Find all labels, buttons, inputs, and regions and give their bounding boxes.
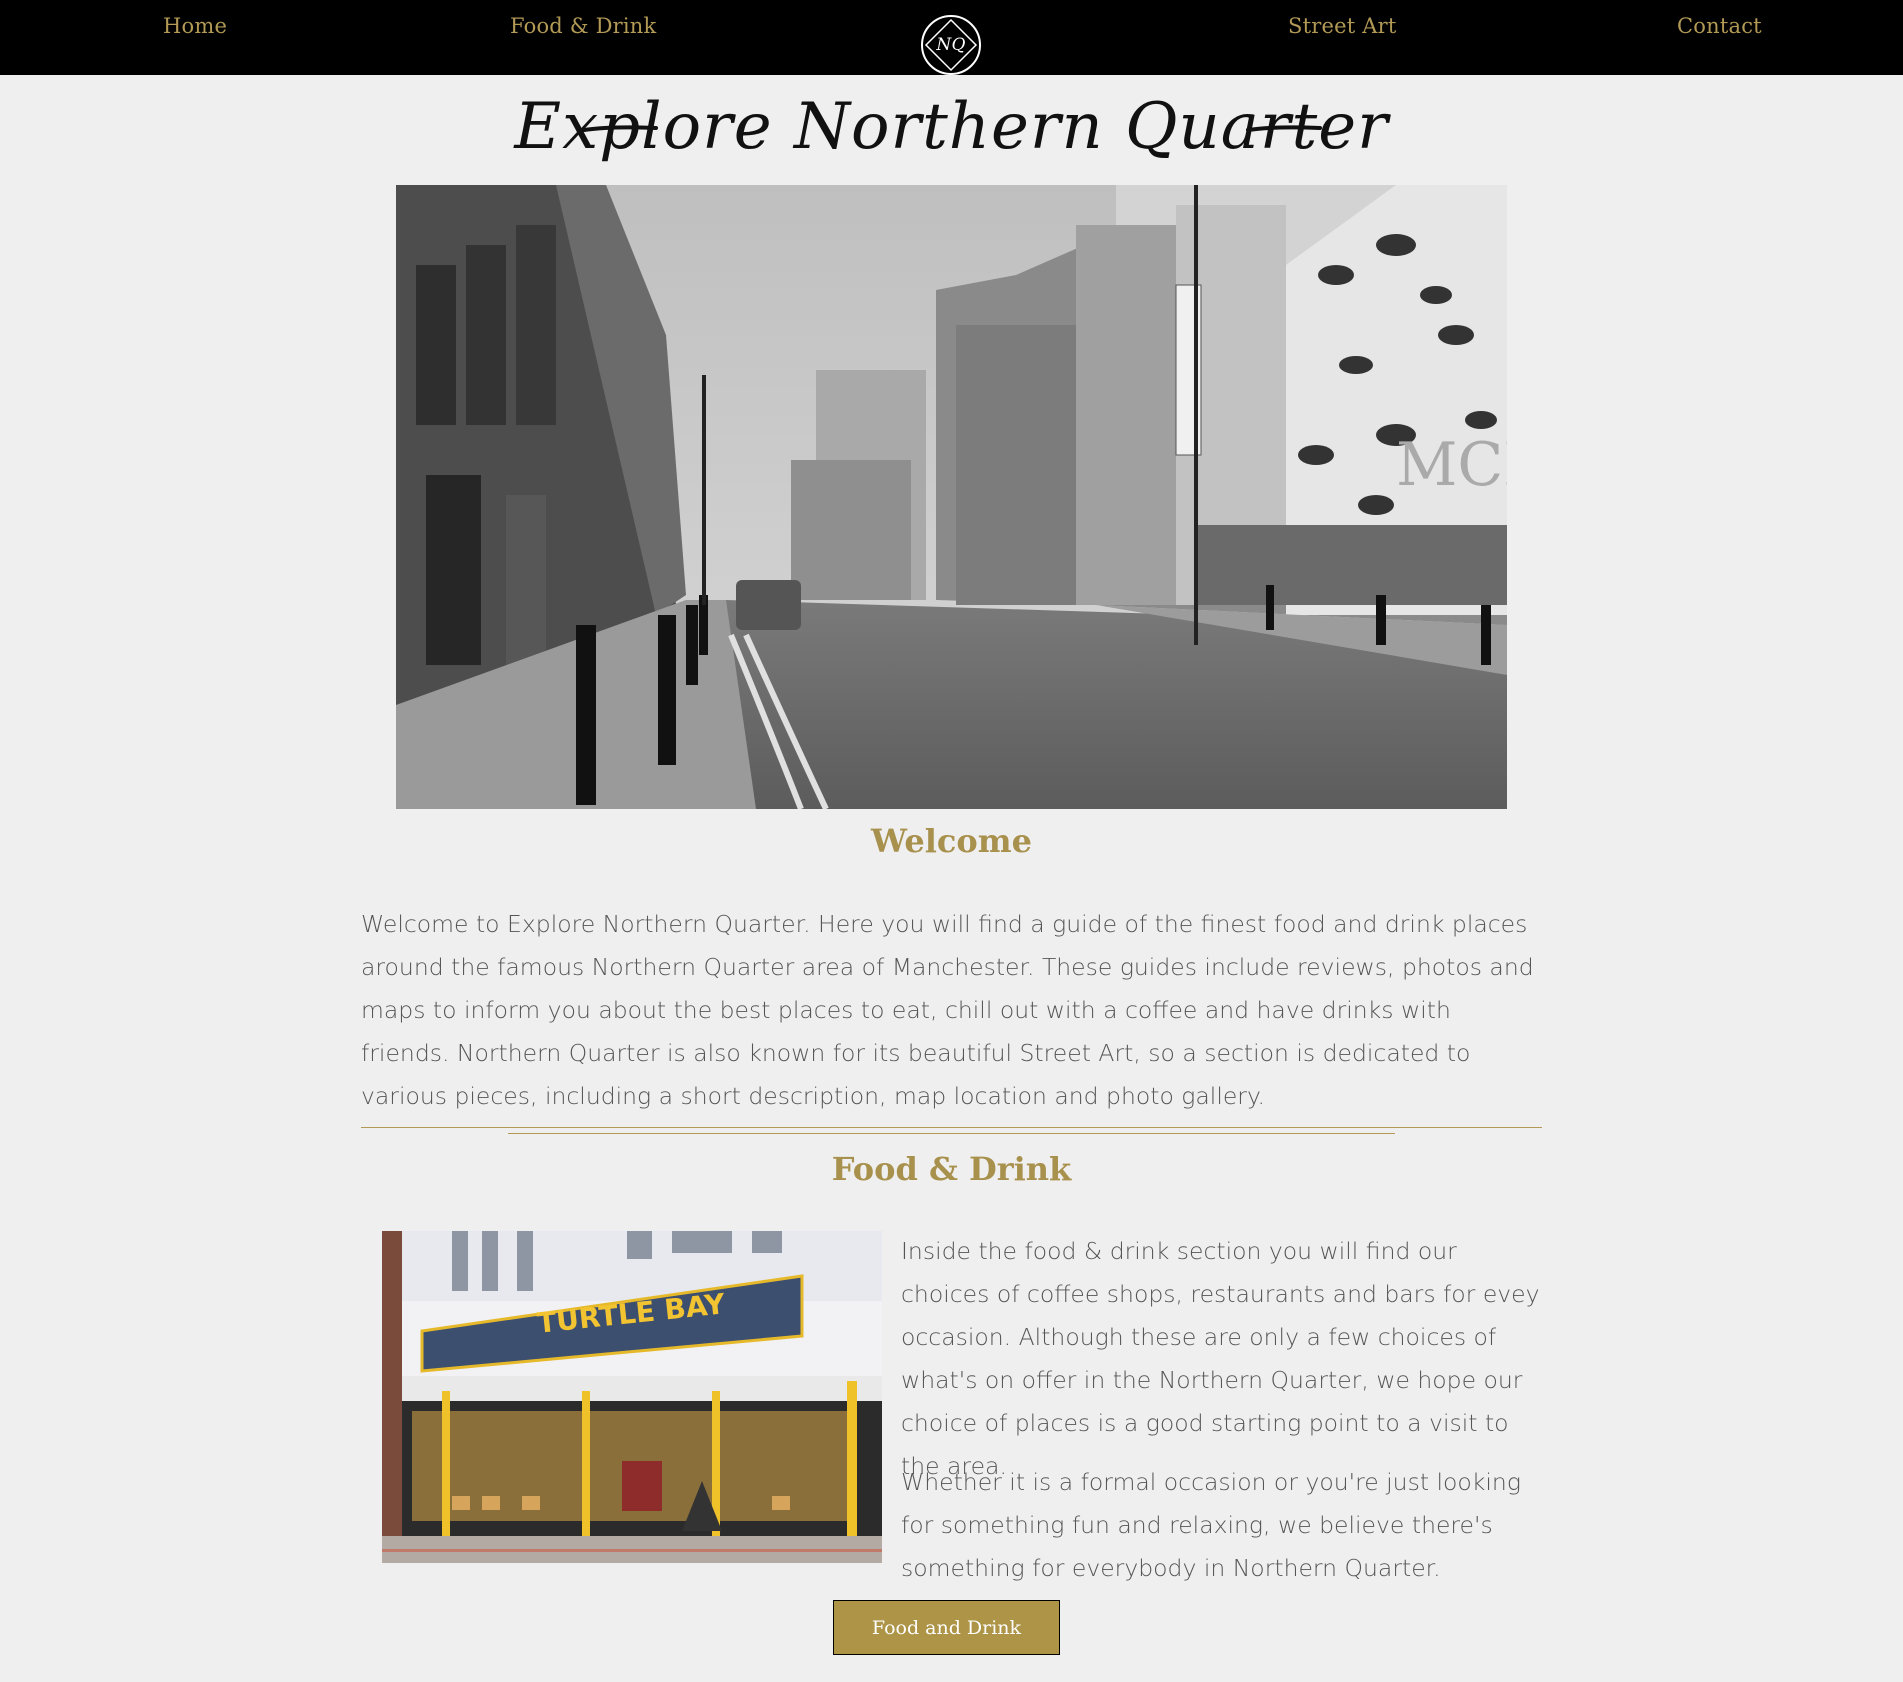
food-drink-paragraph-1: Inside the food & drink section you will…	[901, 1237, 1540, 1480]
section-divider-inner	[508, 1133, 1395, 1134]
site-title-banner: Explore Northern Quarter	[0, 80, 1903, 185]
svg-text:MCR: MCR	[1396, 430, 1507, 500]
welcome-paragraph: Welcome to Explore Northern Quarter. Her…	[361, 910, 1534, 1110]
logo-text: NQ	[936, 35, 966, 55]
food-drink-paragraph-2: Whether it is a formal occasion or you'r…	[901, 1468, 1521, 1582]
right-dash-decoration	[1246, 125, 1322, 132]
nq-logo[interactable]: NQ	[920, 14, 982, 76]
nav-home[interactable]: Home	[163, 14, 227, 38]
hero-street-image: MCR	[396, 185, 1507, 809]
page-title: Explore Northern Quarter	[514, 90, 1389, 164]
section-divider-outer	[361, 1127, 1542, 1128]
food-and-drink-button[interactable]: Food and Drink	[833, 1600, 1060, 1655]
nav-food-drink[interactable]: Food & Drink	[510, 14, 656, 38]
welcome-heading: Welcome	[871, 822, 1032, 860]
top-nav: Home Food & Drink NQ Street Art Contact	[0, 0, 1903, 75]
food-drink-heading: Food & Drink	[831, 1150, 1072, 1188]
food-drink-image: TURTLE BAY	[382, 1231, 882, 1563]
nav-street-art[interactable]: Street Art	[1288, 14, 1396, 38]
nav-contact[interactable]: Contact	[1677, 14, 1762, 38]
